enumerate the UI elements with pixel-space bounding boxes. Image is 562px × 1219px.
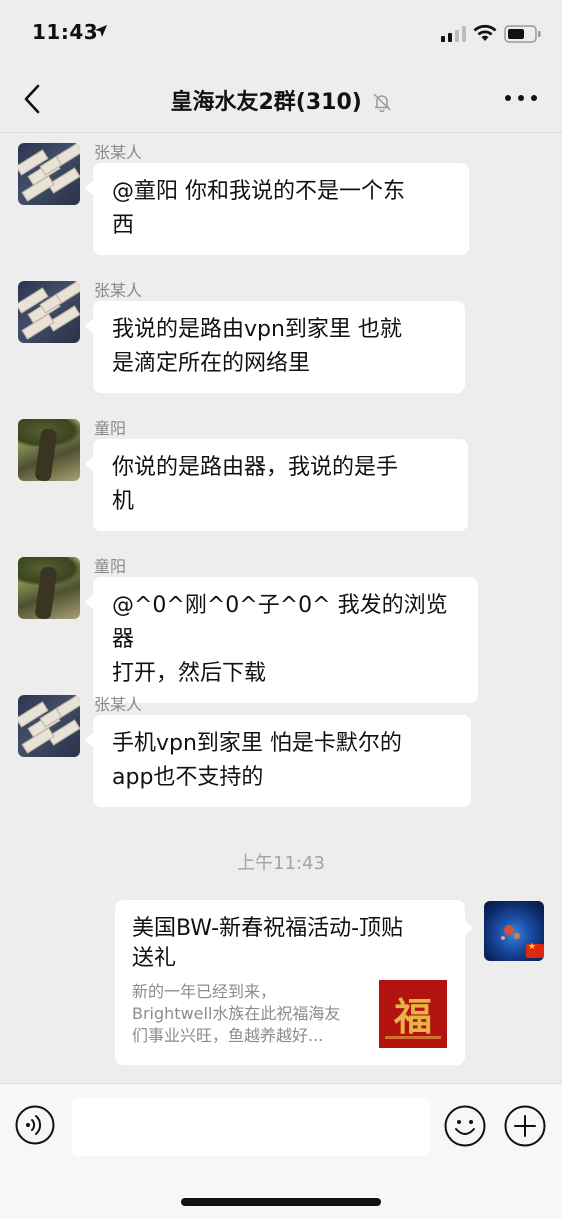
avatar[interactable] xyxy=(18,281,80,343)
message-bubble[interactable]: 手机vpn到家里 怕是卡默尔的 app也不支持的 xyxy=(85,715,471,807)
message-timestamp: 上午11:43 xyxy=(237,853,325,874)
emoji-icon[interactable] xyxy=(444,1105,486,1147)
chat-title: 皇海水友2群(310) xyxy=(170,90,362,115)
bell-slash-icon xyxy=(372,93,391,112)
sender-name: 张某人 xyxy=(94,143,143,162)
message-text-line: 是滴定所在的网络里 xyxy=(112,351,311,376)
ellipsis-icon[interactable] xyxy=(502,88,540,108)
plus-icon[interactable] xyxy=(504,1105,546,1147)
chat-title-wrap: 皇海水友2群(310) xyxy=(0,84,562,116)
location-arrow-icon xyxy=(95,25,107,37)
avatar[interactable] xyxy=(18,419,80,481)
message-text-line: app也不支持的 xyxy=(112,765,264,790)
fu-glyph: 福 xyxy=(393,994,432,1039)
link-card-desc-line: 们事业兴旺，鱼越养越好... xyxy=(132,1026,324,1045)
sender-name: 童阳 xyxy=(94,557,127,576)
message-text-line: 西 xyxy=(112,213,135,238)
message-bubble[interactable]: 我说的是路由vpn到家里 也就 是滴定所在的网络里 xyxy=(85,301,465,393)
link-card-desc-line: Brightwell水族在此祝福海友 xyxy=(132,1004,341,1023)
china-flag-icon xyxy=(526,942,544,958)
link-card-title-line: 送礼 xyxy=(132,946,177,971)
link-card-desc-line: 新的一年已经到来， xyxy=(132,982,277,1001)
input-bar xyxy=(0,1083,562,1219)
chat-area[interactable]: 张某人 @童阳 你和我说的不是一个东 西 张某人 我说的是路由vpn到家里 也就… xyxy=(0,133,562,1083)
link-card-description: 新的一年已经到来， Brightwell水族在此祝福海友 们事业兴旺，鱼越养越好… xyxy=(132,981,368,1047)
message-text-line: 手机vpn到家里 怕是卡默尔的 xyxy=(112,731,402,756)
status-time: 11:43 xyxy=(32,20,99,44)
avatar[interactable] xyxy=(18,143,80,205)
voice-icon[interactable] xyxy=(15,1105,55,1145)
link-card-thumbnail: 福 xyxy=(379,980,447,1048)
chat-message: 张某人 我说的是路由vpn到家里 也就 是滴定所在的网络里 xyxy=(0,271,562,399)
message-text-line: 你说的是路由器，我说的是手 xyxy=(112,455,399,480)
sender-name: 张某人 xyxy=(94,281,143,300)
battery-icon xyxy=(504,25,541,43)
message-text-line: @^0^刚^0^子^0^ 我发的浏览器 xyxy=(112,593,448,652)
status-bar: 11:43 xyxy=(0,0,562,66)
link-card[interactable]: 美国BW-新春祝福活动-顶贴 送礼 新的一年已经到来， Brightwell水族… xyxy=(115,900,473,1065)
wifi-icon xyxy=(473,24,497,41)
link-card-title-line: 美国BW-新春祝福活动-顶贴 xyxy=(132,916,404,941)
cellular-signal-icon xyxy=(441,26,466,42)
message-text-line: 机 xyxy=(112,489,135,514)
message-text-line: 我说的是路由vpn到家里 也就 xyxy=(112,317,402,342)
avatar[interactable] xyxy=(18,695,80,757)
message-input[interactable] xyxy=(72,1098,430,1156)
message-text-line: @童阳 你和我说的不是一个东 xyxy=(112,179,405,204)
chat-message: 张某人 手机vpn到家里 怕是卡默尔的 app也不支持的 xyxy=(0,685,562,813)
sender-name: 张某人 xyxy=(94,695,143,714)
link-card-title: 美国BW-新春祝福活动-顶贴 送礼 xyxy=(132,914,448,974)
home-indicator xyxy=(181,1198,381,1206)
chat-message: 张某人 @童阳 你和我说的不是一个东 西 xyxy=(0,133,562,261)
nav-bar: 皇海水友2群(310) xyxy=(0,66,562,133)
message-bubble[interactable]: 你说的是路由器，我说的是手 机 xyxy=(85,439,468,531)
chat-message: 童阳 你说的是路由器，我说的是手 机 xyxy=(0,409,562,537)
avatar[interactable] xyxy=(18,557,80,619)
chat-message: 童阳 @^0^刚^0^子^0^ 我发的浏览器 打开，然后下载 xyxy=(0,547,562,703)
sender-name: 童阳 xyxy=(94,419,127,438)
message-bubble[interactable]: @童阳 你和我说的不是一个东 西 xyxy=(85,163,469,255)
